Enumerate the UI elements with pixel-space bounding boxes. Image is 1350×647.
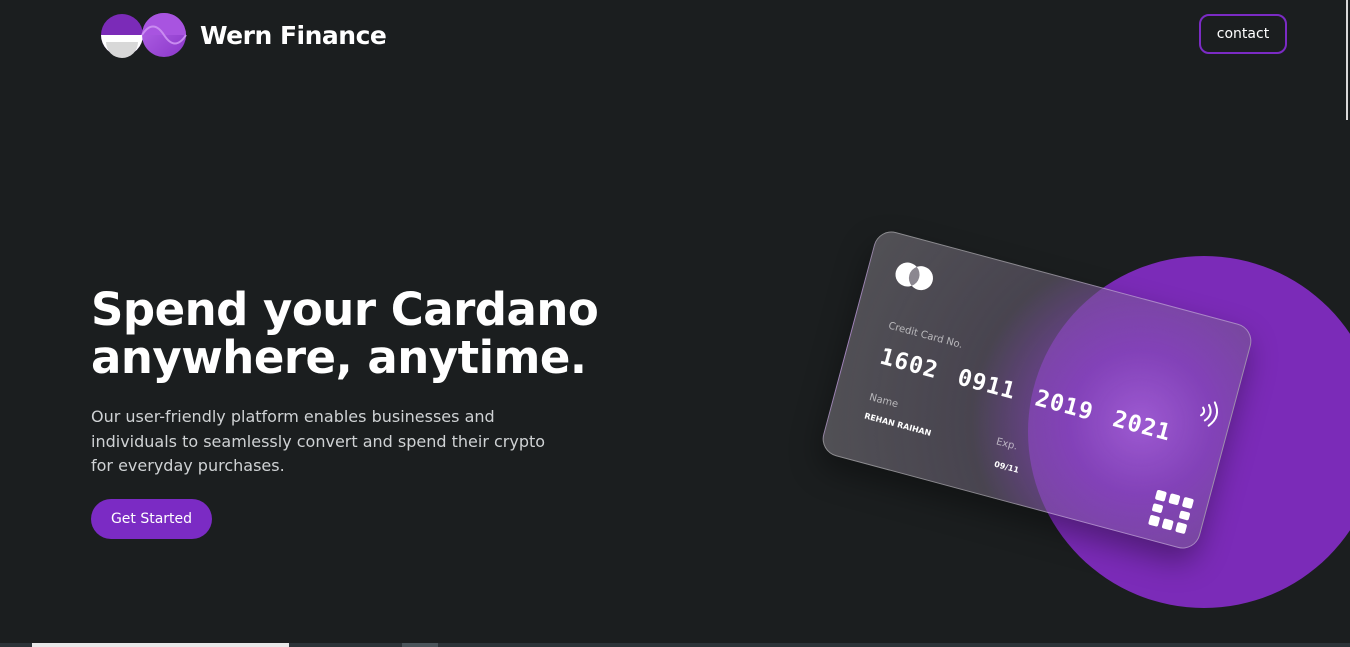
contact-button[interactable]: contact xyxy=(1199,14,1287,54)
hero-description: Our user-friendly platform enables busin… xyxy=(91,407,546,475)
landing-page: Wern Finance contact Spend your Cardano … xyxy=(0,0,1350,647)
card-name-label: Name xyxy=(867,392,900,411)
mastercard-icon xyxy=(895,262,933,291)
card-number-group: 1602 xyxy=(877,343,942,385)
scrollbar[interactable] xyxy=(1346,0,1348,120)
get-started-button[interactable]: Get Started xyxy=(91,499,212,539)
chip-icon xyxy=(1148,489,1194,534)
card-holder-name: REHAN RAIHAN xyxy=(863,411,933,438)
hero-title-line-2: anywhere, anytime. xyxy=(91,331,587,384)
bottom-bar-segment xyxy=(32,643,289,647)
card-number-group: 2019 xyxy=(1032,385,1097,426)
hero-title: Spend your Cardano anywhere, anytime. xyxy=(91,286,651,382)
card-exp-date: 09/11 xyxy=(993,459,1020,475)
card-number-group: 0911 xyxy=(954,364,1019,406)
hero-title-line-1: Spend your Cardano xyxy=(91,283,599,336)
bottom-bar-segment xyxy=(402,643,438,647)
wern-logo-icon[interactable] xyxy=(100,12,188,58)
card-number-group: 2021 xyxy=(1109,406,1175,447)
card-number-label: Credit Card No. xyxy=(887,320,964,351)
brand-name[interactable]: Wern Finance xyxy=(200,21,387,50)
card-exp-label: Exp. xyxy=(994,436,1019,453)
contactless-icon xyxy=(1200,401,1219,427)
